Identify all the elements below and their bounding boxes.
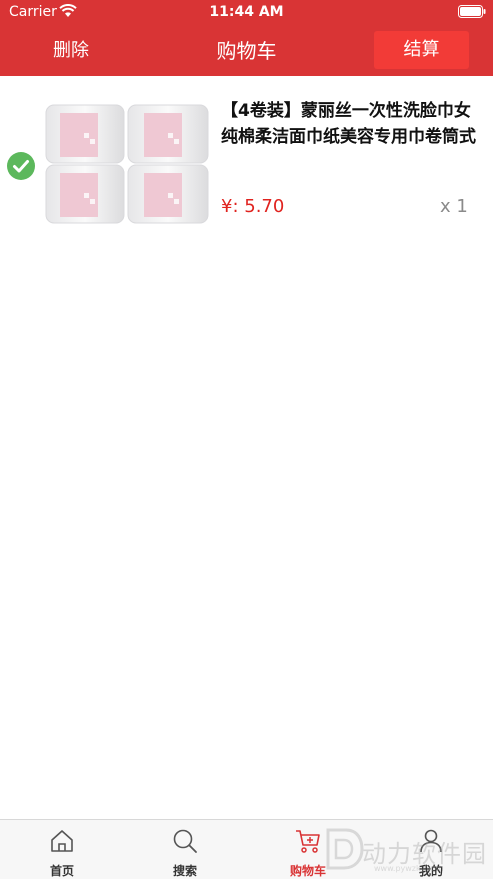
tab-home[interactable]: 首页 bbox=[17, 820, 107, 879]
home-icon bbox=[51, 830, 73, 852]
product-price: ¥: 5.70 bbox=[221, 196, 285, 217]
tab-profile[interactable]: 我的 bbox=[386, 820, 476, 879]
user-icon bbox=[420, 829, 442, 853]
status-bar: Carrier 11:44 AM bbox=[0, 0, 493, 26]
product-quantity: x 1 bbox=[440, 196, 468, 217]
cart-item[interactable]: 【4卷装】蒙丽丝一次性洗脸巾女纯棉柔洁面巾纸美容专用巾卷筒式 ¥: 5.70 x… bbox=[0, 76, 493, 236]
tab-search[interactable]: 搜索 bbox=[140, 820, 230, 879]
battery-icon bbox=[458, 5, 486, 18]
tab-search-label: 搜索 bbox=[172, 864, 197, 878]
clock: 11:44 AM bbox=[209, 4, 284, 20]
header-bar: Carrier 11:44 AM 删除 购物车 结算 bbox=[0, 0, 493, 76]
nav-bar: 删除 购物车 结算 bbox=[0, 26, 493, 76]
checkout-button[interactable]: 结算 bbox=[374, 31, 469, 69]
cart-icon bbox=[296, 830, 320, 853]
tab-home-label: 首页 bbox=[49, 864, 74, 878]
product-title[interactable]: 【4卷装】蒙丽丝一次性洗脸巾女纯棉柔洁面巾纸美容专用巾卷筒式 bbox=[221, 98, 476, 150]
search-icon bbox=[173, 829, 197, 853]
check-icon[interactable] bbox=[7, 152, 35, 180]
tab-cart-label: 购物车 bbox=[289, 864, 326, 878]
tab-profile-label: 我的 bbox=[418, 864, 443, 878]
tab-cart[interactable]: 购物车 bbox=[263, 820, 353, 879]
product-image bbox=[44, 103, 210, 226]
tab-bar: 首页 搜索 购物车 我的 bbox=[0, 819, 493, 879]
